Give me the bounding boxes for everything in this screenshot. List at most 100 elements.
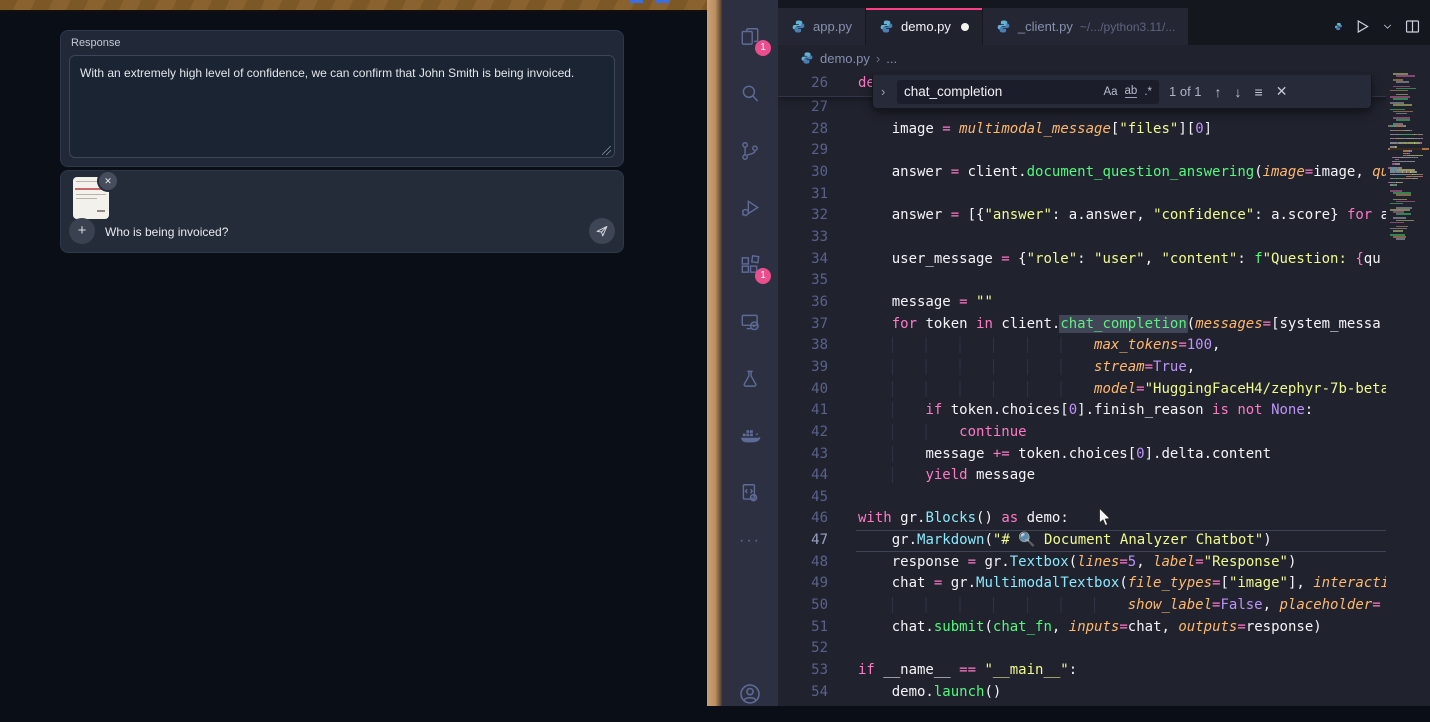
- code-line[interactable]: 51 chat.submit(chat_fn, inputs=chat, out…: [778, 617, 1430, 639]
- regex-toggle[interactable]: .*: [1144, 86, 1152, 98]
- more-views-icon[interactable]: ···: [722, 521, 778, 561]
- line-number[interactable]: 27: [778, 97, 828, 119]
- search-icon[interactable]: [722, 65, 778, 122]
- line-number[interactable]: 54: [778, 682, 828, 704]
- code-line[interactable]: 39 stream=True,: [778, 357, 1430, 379]
- code-line[interactable]: 38 max_tokens=100,: [778, 335, 1430, 357]
- line-number[interactable]: 37: [778, 314, 828, 336]
- whole-word-toggle[interactable]: ab: [1125, 85, 1138, 98]
- line-number[interactable]: 33: [778, 227, 828, 249]
- chat-message-input[interactable]: [103, 218, 537, 246]
- line-number[interactable]: 43: [778, 444, 828, 466]
- resize-handle-icon[interactable]: [602, 146, 611, 155]
- clipped-tab[interactable]: [1328, 19, 1343, 34]
- minimap[interactable]: [1386, 71, 1430, 706]
- find-close-button[interactable]: ✕: [1276, 83, 1288, 100]
- window-divider[interactable]: [707, 0, 722, 706]
- code-token: ,: [1145, 251, 1162, 267]
- code-line[interactable]: 45: [778, 487, 1430, 509]
- line-number[interactable]: 51: [778, 617, 828, 639]
- run-dropdown-chevron-icon[interactable]: [1382, 21, 1393, 32]
- code-token: chat,: [1128, 619, 1179, 635]
- code-line[interactable]: 53if __name__ == "__main__":: [778, 660, 1430, 682]
- find-query[interactable]: chat_completion: [904, 84, 1096, 99]
- find-next-button[interactable]: ↓: [1235, 84, 1242, 100]
- toggle-replace-chevron-icon[interactable]: ›: [881, 84, 897, 99]
- code-line[interactable]: 29: [778, 140, 1430, 162]
- line-number[interactable]: 48: [778, 552, 828, 574]
- code-line[interactable]: 52: [778, 638, 1430, 660]
- breadcrumb-symbol[interactable]: ...: [886, 51, 897, 66]
- docker-icon[interactable]: [722, 407, 778, 464]
- line-number[interactable]: 44: [778, 465, 828, 487]
- code-line[interactable]: 54 demo.launch(): [778, 682, 1430, 704]
- code-line[interactable]: 44 yield message: [778, 465, 1430, 487]
- code-line[interactable]: 28 image = multimodal_message["files"][0…: [778, 119, 1430, 141]
- code-line[interactable]: 31: [778, 184, 1430, 206]
- code-editor[interactable]: 2728 image = multimodal_message["files"]…: [778, 71, 1430, 706]
- code-line[interactable]: 41 if token.choices[0].finish_reason is …: [778, 400, 1430, 422]
- line-number[interactable]: 39: [778, 357, 828, 379]
- split-editor-button[interactable]: [1404, 18, 1421, 35]
- source-control-icon[interactable]: [722, 122, 778, 179]
- line-number[interactable]: 42: [778, 422, 828, 444]
- account-icon[interactable]: [722, 665, 778, 722]
- line-number[interactable]: 26: [778, 71, 828, 96]
- code-token: =: [959, 294, 967, 310]
- remove-attachment-button[interactable]: ✕: [97, 170, 119, 192]
- code-line[interactable]: 42 continue: [778, 422, 1430, 444]
- code-line[interactable]: 35: [778, 270, 1430, 292]
- line-number[interactable]: 38: [778, 335, 828, 357]
- code-line[interactable]: 50 show_label=False, placeholder=: [778, 595, 1430, 617]
- code-line[interactable]: 47 gr.Markdown("# 🔍 Document Analyzer Ch…: [778, 530, 1430, 552]
- line-number[interactable]: 40: [778, 379, 828, 401]
- line-number[interactable]: 50: [778, 595, 828, 617]
- line-number[interactable]: 45: [778, 487, 828, 509]
- code-line[interactable]: 33: [778, 227, 1430, 249]
- explorer-icon[interactable]: 1: [722, 8, 778, 65]
- line-number[interactable]: 28: [778, 119, 828, 141]
- breadcrumb-file[interactable]: demo.py: [820, 51, 870, 66]
- find-input[interactable]: chat_completion Aa ab .*: [897, 80, 1159, 104]
- remote-explorer-icon[interactable]: [722, 293, 778, 350]
- code-line[interactable]: 48 response = gr.Textbox(lines=5, label=…: [778, 552, 1430, 574]
- code-line[interactable]: 40 model="HuggingFaceH4/zephyr-7b-beta: [778, 379, 1430, 401]
- find-previous-button[interactable]: ↑: [1215, 84, 1222, 100]
- line-number[interactable]: 32: [778, 205, 828, 227]
- line-number[interactable]: 49: [778, 573, 828, 595]
- tab-app-py[interactable]: app.py: [778, 8, 866, 45]
- extensions-icon[interactable]: 1: [722, 236, 778, 293]
- tab-demo-py[interactable]: demo.py: [866, 8, 983, 45]
- code-token: ,: [1212, 337, 1220, 353]
- code-line[interactable]: 43 message += token.choices[0].delta.con…: [778, 444, 1430, 466]
- response-textarea[interactable]: [69, 55, 615, 158]
- code-line[interactable]: 30 answer = client.document_question_ans…: [778, 162, 1430, 184]
- line-number[interactable]: 52: [778, 638, 828, 660]
- send-button[interactable]: [589, 218, 615, 244]
- find-in-selection-button[interactable]: ≡: [1255, 84, 1263, 100]
- code-line[interactable]: 49 chat = gr.MultimodalTextbox(file_type…: [778, 573, 1430, 595]
- line-number[interactable]: 34: [778, 249, 828, 271]
- run-debug-icon[interactable]: [722, 179, 778, 236]
- code-line[interactable]: 46with gr.Blocks() as demo:: [778, 508, 1430, 530]
- modified-dot-icon[interactable]: [961, 23, 969, 31]
- line-number[interactable]: 41: [778, 400, 828, 422]
- code-line[interactable]: 34 user_message = {"role": "user", "cont…: [778, 249, 1430, 271]
- line-number[interactable]: 36: [778, 292, 828, 314]
- line-number[interactable]: 35: [778, 270, 828, 292]
- code-line[interactable]: 37 for token in client.chat_completion(m…: [778, 314, 1430, 336]
- line-number[interactable]: 47: [778, 530, 828, 552]
- line-number[interactable]: 31: [778, 184, 828, 206]
- code-line[interactable]: 32 answer = [{"answer": a.answer, "confi…: [778, 205, 1430, 227]
- task-file-icon[interactable]: [722, 464, 778, 521]
- run-file-button[interactable]: [1354, 18, 1371, 35]
- line-number[interactable]: 29: [778, 140, 828, 162]
- code-line[interactable]: 36 message = "": [778, 292, 1430, 314]
- line-number[interactable]: 53: [778, 660, 828, 682]
- testing-flask-icon[interactable]: [722, 350, 778, 407]
- line-number[interactable]: 30: [778, 162, 828, 184]
- add-file-button[interactable]: +: [69, 218, 95, 244]
- tab-client-py[interactable]: _client.py ~/.../python3.11/...: [983, 8, 1189, 45]
- line-number[interactable]: 46: [778, 508, 828, 530]
- match-case-toggle[interactable]: Aa: [1103, 86, 1117, 98]
